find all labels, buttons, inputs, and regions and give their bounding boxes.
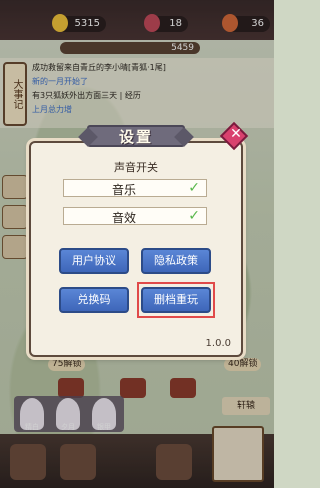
redeem-code-button[interactable]: 兑换码 (59, 287, 129, 313)
title-banner: 设置 (87, 121, 185, 151)
checkmark-icon[interactable]: ✓ (188, 180, 200, 196)
sfx-label: 音效 (111, 211, 136, 225)
dialog-title: 设置 (118, 128, 153, 146)
privacy-policy-button[interactable]: 隐私政策 (141, 248, 211, 274)
settings-dialog: 设置 声音开关 音乐 ✓ 音效 ✓ 用户协议 隐私政策 兑换码 删档重玩 1.0… (29, 125, 243, 357)
sound-section-title: 声音开关 (114, 161, 158, 174)
close-icon: ✕ (230, 125, 242, 142)
user-agreement-button[interactable]: 用户协议 (59, 248, 129, 274)
sfx-toggle[interactable]: 音效 ✓ (63, 207, 207, 225)
music-label: 音乐 (111, 183, 136, 197)
checkmark-icon[interactable]: ✓ (188, 208, 200, 224)
music-toggle[interactable]: 音乐 ✓ (63, 179, 207, 197)
version-label: 1.0.0 (205, 338, 231, 349)
highlight-box (137, 282, 215, 318)
